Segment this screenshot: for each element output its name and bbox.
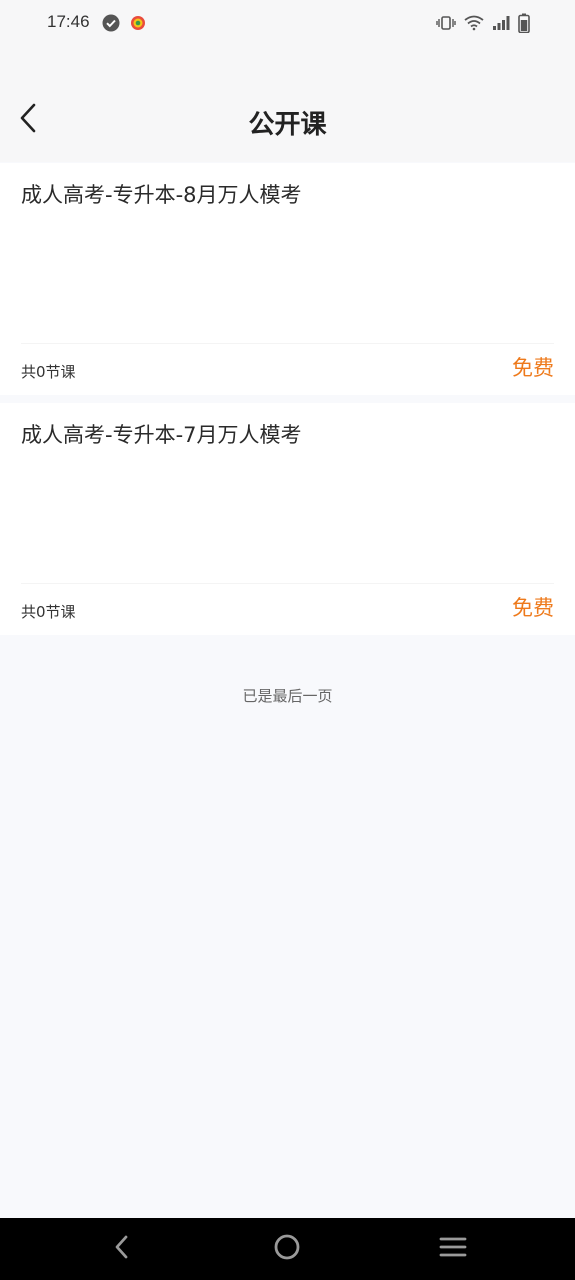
vibrate-icon (436, 15, 456, 35)
nav-menu-button[interactable] (435, 1231, 471, 1267)
wifi-icon (464, 15, 484, 35)
lesson-count: 共0节课 (21, 603, 76, 621)
course-card[interactable]: 成人高考-专升本-8月万人模考 共0节课 免费 (0, 163, 575, 395)
hamburger-icon (439, 1235, 467, 1263)
app-notification-icon (130, 15, 146, 35)
battery-icon (518, 13, 530, 37)
status-bar: 17:46 (0, 0, 575, 48)
price-label: 免费 (512, 596, 554, 620)
course-card[interactable]: 成人高考-专升本-7月万人模考 共0节课 免费 (0, 403, 575, 635)
lesson-count: 共0节课 (21, 363, 76, 381)
app-header: 公开课 (0, 48, 575, 162)
status-time: 17:46 (47, 12, 90, 31)
system-nav-bar (0, 1218, 575, 1280)
nav-back-button[interactable] (104, 1231, 140, 1267)
price-label: 免费 (512, 356, 554, 380)
card-divider (21, 583, 554, 584)
course-list: 成人高考-专升本-8月万人模考 共0节课 免费 成人高考-专升本-7月万人模考 … (0, 163, 575, 643)
nav-home-icon (273, 1233, 301, 1265)
nav-back-icon (112, 1233, 132, 1265)
signal-icon (492, 15, 510, 35)
course-title: 成人高考-专升本-8月万人模考 (21, 183, 302, 207)
course-title: 成人高考-专升本-7月万人模考 (21, 423, 302, 447)
end-of-list-text: 已是最后一页 (242, 687, 333, 705)
check-circle-icon (102, 14, 120, 36)
card-divider (21, 343, 554, 344)
page-title: 公开课 (248, 110, 327, 140)
nav-home-button[interactable] (269, 1231, 305, 1267)
